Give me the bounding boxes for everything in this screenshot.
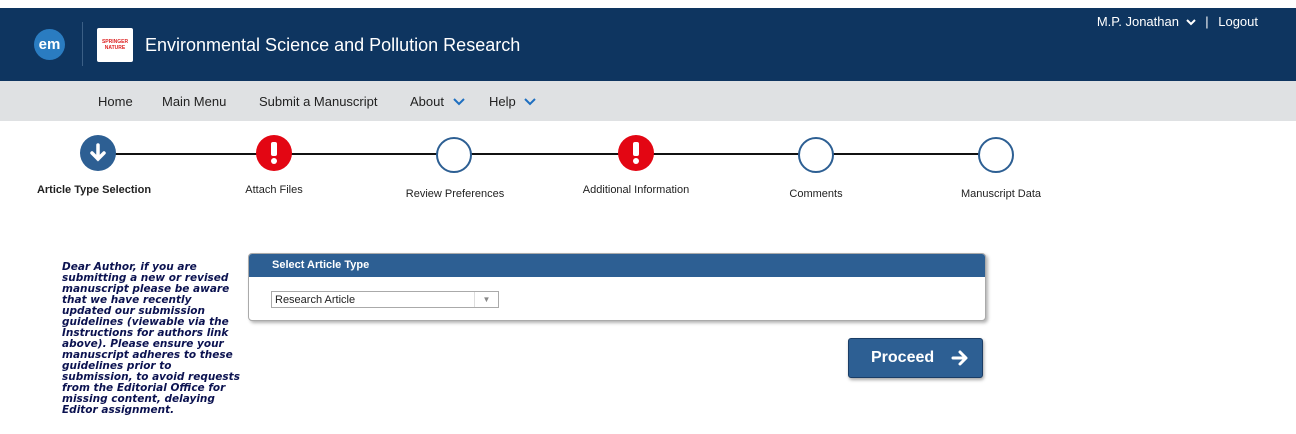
step-attach-files-label[interactable]: Attach Files [214, 184, 334, 196]
step-comments-icon[interactable] [798, 137, 834, 173]
nav-about-label: About [410, 94, 444, 109]
dropdown-arrow-icon[interactable]: ▼ [474, 292, 498, 307]
logout-link[interactable]: Logout [1218, 14, 1258, 29]
article-type-select[interactable]: Research Article ▼ [271, 291, 499, 308]
chevron-down-icon [1185, 19, 1196, 26]
main-nav: Home Main Menu Submit a Manuscript About… [0, 81, 1296, 121]
panel-title: Select Article Type [249, 254, 985, 277]
article-type-panel: Select Article Type Research Article ▼ [248, 253, 986, 321]
proceed-label: Proceed [871, 349, 935, 366]
publisher-logo-line-2: NATURE [104, 45, 126, 51]
nav-submit-manuscript[interactable]: Submit a Manuscript [259, 94, 378, 109]
arrow-right-icon [951, 350, 968, 366]
step-review-preferences-label[interactable]: Review Preferences [395, 188, 515, 200]
exclamation-icon [633, 142, 639, 164]
logo-divider [82, 22, 83, 66]
user-name: M.P. Jonathan [1096, 14, 1179, 29]
chevron-down-icon [524, 98, 537, 106]
nav-about[interactable]: About [410, 94, 465, 109]
user-menu[interactable]: M.P. Jonathan [1097, 14, 1196, 29]
step-manuscript-data-label[interactable]: Manuscript Data [936, 188, 1066, 200]
arrow-down-icon [90, 143, 106, 162]
nav-help-label: Help [489, 94, 516, 109]
header-bar: em SPRINGER NATURE Environmental Science… [0, 0, 1296, 81]
step-additional-information-label[interactable]: Additional Information [576, 184, 696, 196]
proceed-button[interactable]: Proceed [848, 338, 983, 378]
nav-help[interactable]: Help [489, 94, 537, 109]
nav-main-menu[interactable]: Main Menu [162, 94, 226, 109]
springer-nature-logo: SPRINGER NATURE [97, 28, 133, 62]
step-attach-files-icon[interactable] [256, 135, 292, 171]
step-additional-information-icon[interactable] [618, 135, 654, 171]
progress-track [101, 153, 996, 155]
em-logo[interactable]: em [34, 29, 65, 60]
author-notice: Dear Author, if you are submitting a new… [62, 261, 240, 416]
nav-home[interactable]: Home [98, 94, 133, 109]
journal-title: Environmental Science and Pollution Rese… [145, 35, 521, 55]
step-comments-label[interactable]: Comments [756, 188, 876, 200]
step-manuscript-data-icon[interactable] [978, 137, 1014, 173]
step-article-type-icon[interactable] [80, 135, 116, 171]
chevron-down-icon [452, 98, 465, 106]
exclamation-icon [271, 142, 277, 164]
article-type-selected: Research Article [275, 294, 356, 306]
header-top-strip [0, 0, 1296, 8]
step-article-type-label[interactable]: Article Type Selection [34, 184, 154, 196]
user-area: M.P. Jonathan | Logout [1097, 14, 1258, 29]
step-review-preferences-icon[interactable] [436, 137, 472, 173]
user-separator: | [1205, 14, 1209, 29]
